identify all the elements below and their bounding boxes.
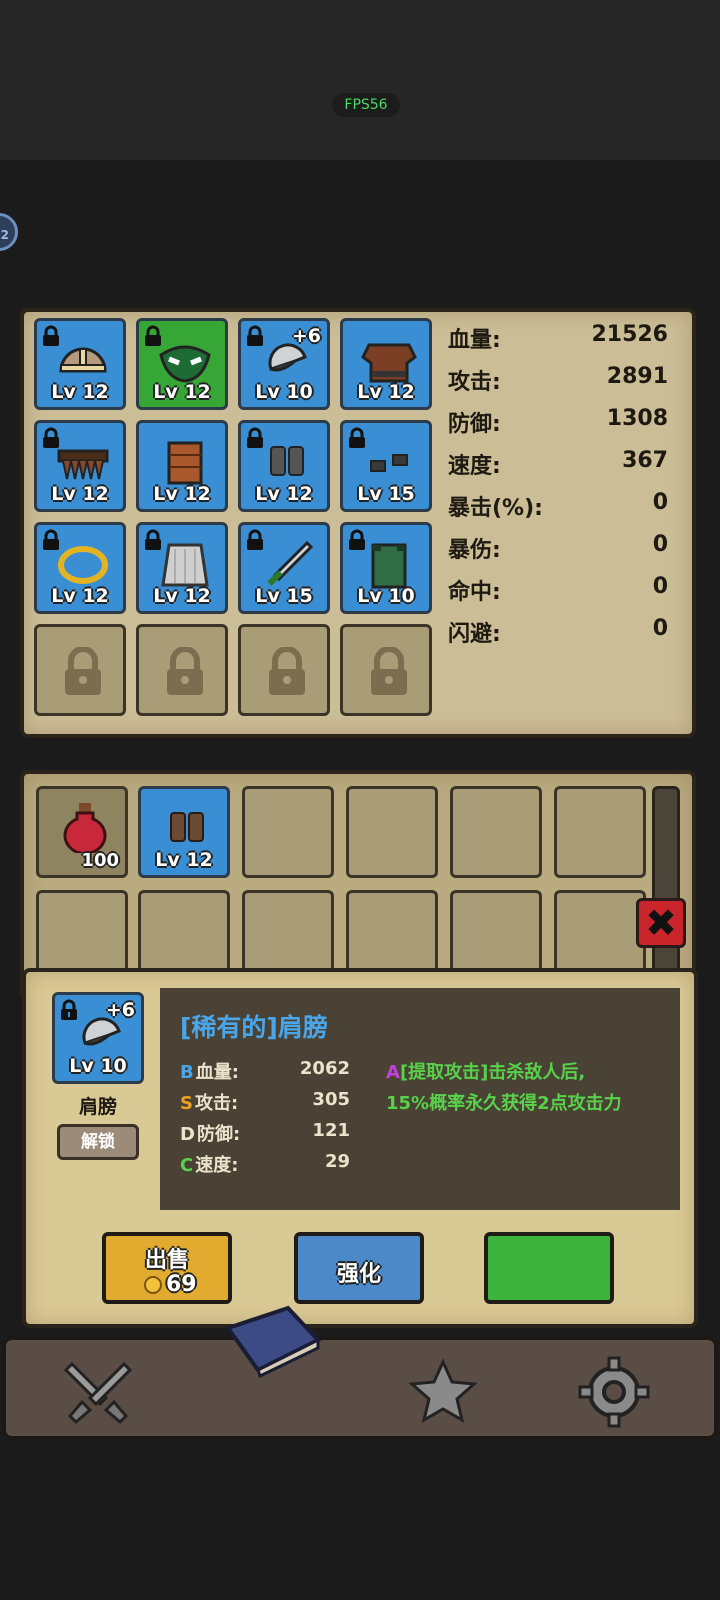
sell-button[interactable]: 出售 69 bbox=[102, 1232, 232, 1304]
shoulder-icon bbox=[82, 1017, 121, 1046]
locked-slot[interactable] bbox=[340, 624, 432, 716]
equip-slot-cape[interactable]: Lv 12 bbox=[136, 522, 228, 614]
equip-slot-belt[interactable]: Lv 12 bbox=[34, 420, 126, 512]
item-stat-attack: S 攻击: 305 bbox=[180, 1089, 350, 1114]
equip-slot-chest-armor[interactable]: Lv 12 bbox=[340, 318, 432, 410]
lock-icon bbox=[65, 647, 101, 695]
item-stat-defense: D 防御: 121 bbox=[180, 1120, 350, 1145]
belt-icon bbox=[57, 449, 109, 480]
close-icon: ✖ bbox=[645, 901, 677, 945]
side-badge[interactable]: 22 bbox=[0, 213, 18, 251]
locked-slot[interactable] bbox=[136, 624, 228, 716]
stat-row: 命中: 0 bbox=[448, 574, 668, 605]
enhance-button[interactable]: 强化 bbox=[294, 1232, 424, 1304]
unlock-button[interactable]: 解锁 bbox=[57, 1124, 139, 1160]
item-effect-line: A[提取攻击]击杀敌人后, bbox=[386, 1062, 586, 1083]
ring-icon bbox=[58, 546, 108, 584]
bag-slot-potion[interactable]: 100 bbox=[36, 786, 128, 878]
equip-button[interactable] bbox=[484, 1232, 614, 1304]
bracer-icon bbox=[167, 441, 203, 485]
lock-icon bbox=[269, 647, 305, 695]
sword-icon bbox=[267, 540, 314, 586]
gloves-icon bbox=[370, 454, 408, 472]
equip-slot-mask[interactable]: Lv 12 bbox=[136, 318, 228, 410]
stat-row: 防御: 1308 bbox=[448, 406, 668, 437]
battle-icon[interactable] bbox=[62, 1358, 134, 1426]
stat-row: 闪避: 0 bbox=[448, 616, 668, 647]
close-button[interactable]: ✖ bbox=[636, 898, 686, 948]
bag-slot-empty[interactable] bbox=[242, 786, 334, 878]
stat-row: 攻击: 2891 bbox=[448, 364, 668, 395]
bag-slot-empty[interactable] bbox=[346, 786, 438, 878]
book-icon[interactable] bbox=[218, 1300, 328, 1380]
equip-slot-ring[interactable]: Lv 12 bbox=[34, 522, 126, 614]
stat-row: 血量: 21526 bbox=[448, 322, 668, 353]
star-icon[interactable] bbox=[408, 1358, 478, 1424]
stat-row: 暴击(%): 0 bbox=[448, 490, 668, 521]
equip-slot-sword[interactable]: Lv 15 bbox=[238, 522, 330, 614]
selected-item-caption: 肩膀 bbox=[78, 1096, 117, 1118]
status-bar: FPS56 bbox=[0, 0, 720, 160]
shield-icon bbox=[371, 543, 407, 589]
equip-slot-shield[interactable]: Lv 10 bbox=[340, 522, 432, 614]
bottom-nav bbox=[2, 1305, 718, 1440]
coin-icon bbox=[144, 1276, 162, 1294]
locked-slot[interactable] bbox=[34, 624, 126, 716]
equip-slot-gloves[interactable]: Lv 15 bbox=[340, 420, 432, 512]
item-stat-hp: B 血量: 2062 bbox=[180, 1058, 350, 1083]
item-name: [稀有的]肩膀 bbox=[180, 1013, 328, 1042]
equip-slot-shoulder[interactable]: +6 Lv 10 bbox=[238, 318, 330, 410]
equip-slot-bracer[interactable]: Lv 12 bbox=[136, 420, 228, 512]
mask-icon bbox=[159, 345, 211, 383]
locked-slot[interactable] bbox=[238, 624, 330, 716]
settings-icon[interactable] bbox=[578, 1356, 650, 1428]
equip-slot-helmet[interactable]: Lv 12 bbox=[34, 318, 126, 410]
item-stat-speed: C 速度: 29 bbox=[180, 1151, 350, 1176]
chest-armor-icon bbox=[361, 343, 417, 383]
cape-icon bbox=[161, 543, 209, 587]
selected-item-slot[interactable]: +6 Lv 10 bbox=[52, 992, 144, 1084]
bag-slot-empty[interactable] bbox=[450, 786, 542, 878]
bag-slot-empty[interactable] bbox=[554, 786, 646, 878]
stat-row: 暴伤: 0 bbox=[448, 532, 668, 563]
bag-slot-boots[interactable]: Lv 12 bbox=[138, 786, 230, 878]
lock-icon bbox=[167, 647, 203, 695]
potion-icon bbox=[63, 803, 107, 853]
lock-icon bbox=[371, 647, 407, 695]
stat-row: 速度: 367 bbox=[448, 448, 668, 479]
equip-slot-boots[interactable]: Lv 12 bbox=[238, 420, 330, 512]
boots-icon bbox=[170, 812, 204, 842]
boots-icon bbox=[270, 446, 304, 476]
helmet-icon bbox=[59, 347, 107, 373]
item-effect-line: 15%概率永久获得2点攻击力 bbox=[386, 1093, 622, 1114]
fps-counter: FPS56 bbox=[332, 93, 400, 117]
